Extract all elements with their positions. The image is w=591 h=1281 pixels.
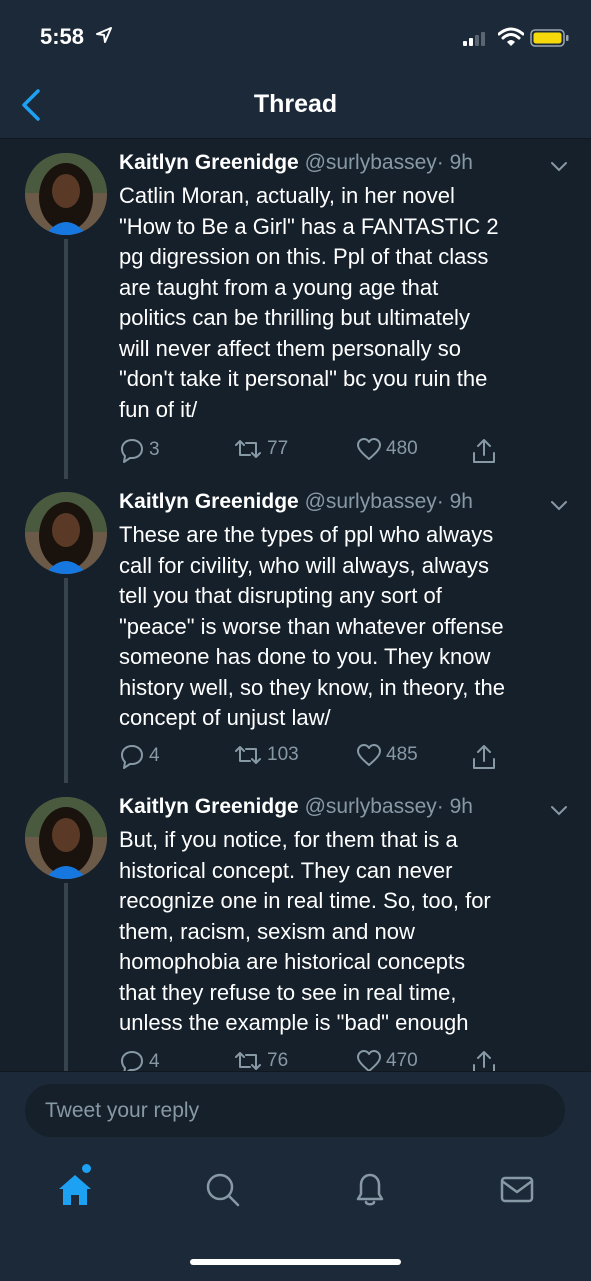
share-icon (473, 439, 495, 463)
heart-icon (357, 744, 381, 766)
avatar[interactable] (25, 797, 107, 879)
reply-count: 3 (149, 439, 160, 460)
retweet-count: 77 (267, 438, 289, 459)
author-handle[interactable]: @surlybassey (305, 490, 437, 513)
share-button[interactable] (471, 437, 497, 465)
author-name[interactable]: Kaitlyn Greenidge (119, 151, 299, 174)
retweet-button[interactable]: 77 (233, 437, 288, 461)
home-indicator[interactable] (190, 1259, 401, 1265)
reply-input[interactable] (25, 1084, 565, 1137)
tweet-actions: 4 76 470 (119, 1049, 519, 1071)
share-button[interactable] (471, 1049, 497, 1071)
status-bar: 5:58 (0, 0, 591, 72)
battery-icon (530, 29, 569, 47)
like-count: 480 (386, 438, 418, 459)
tweet-actions: 3 77 480 (119, 437, 519, 467)
share-button[interactable] (471, 743, 497, 771)
thread-connector-line (64, 239, 68, 479)
retweet-button[interactable]: 76 (233, 1049, 288, 1071)
like-count: 485 (386, 744, 418, 765)
share-icon (473, 745, 495, 769)
reply-icon (121, 745, 143, 769)
tweet-actions: 4 103 485 (119, 743, 519, 773)
tweet-age: · 9h (436, 795, 473, 818)
retweet-button[interactable]: 103 (233, 743, 299, 767)
nav-bar: Thread (0, 72, 591, 139)
tweet-text: These are the types of ppl who always ca… (119, 522, 505, 730)
reply-count: 4 (149, 745, 160, 766)
avatar[interactable] (25, 153, 107, 235)
tweet-text: Catlin Moran, actually, in her novel "Ho… (119, 183, 499, 422)
like-button[interactable]: 470 (356, 1049, 418, 1071)
page-title: Thread (253, 90, 338, 118)
retweet-icon (235, 1052, 261, 1070)
heart-icon (357, 1050, 381, 1071)
tweet-text: But, if you notice, for them that is a h… (119, 827, 491, 1035)
retweet-icon (235, 440, 261, 458)
reply-button[interactable]: 4 (119, 743, 160, 769)
tweet-header: Kaitlyn Greenidge @surlybassey· 9h (119, 490, 473, 514)
author-handle[interactable]: @surlybassey (305, 151, 437, 174)
bell-icon[interactable] (350, 1169, 390, 1209)
wifi-icon (498, 27, 524, 46)
like-count: 470 (386, 1050, 418, 1071)
heart-icon (357, 438, 381, 460)
author-name[interactable]: Kaitlyn Greenidge (119, 490, 299, 513)
reply-icon (121, 1051, 143, 1071)
status-time: 5:58 (40, 24, 85, 49)
bottom-bar (0, 1071, 591, 1281)
tweet[interactable]: Kaitlyn Greenidge @surlybassey· 9h These… (0, 478, 591, 783)
like-button[interactable]: 485 (356, 743, 418, 767)
author-handle[interactable]: @surlybassey (305, 795, 437, 818)
tweet-age: · 9h (436, 151, 473, 174)
tweet[interactable]: Kaitlyn Greenidge @surlybassey· 9h But, … (0, 783, 591, 1071)
retweet-icon (235, 746, 261, 764)
tweet-header: Kaitlyn Greenidge @surlybassey· 9h (119, 151, 473, 175)
share-icon (473, 1051, 495, 1071)
retweet-count: 76 (267, 1050, 289, 1071)
thread-connector-line (64, 883, 68, 1071)
tweet[interactable]: Kaitlyn Greenidge @surlybassey· 9h Catli… (0, 139, 591, 479)
thread-connector-line (64, 578, 68, 783)
mail-icon[interactable] (497, 1169, 537, 1209)
chevron-down-icon[interactable] (550, 500, 568, 512)
search-icon[interactable] (202, 1169, 242, 1209)
tweet-age: · 9h (436, 490, 473, 513)
location-arrow-icon (96, 27, 112, 43)
reply-count: 4 (149, 1051, 160, 1071)
chevron-down-icon[interactable] (550, 805, 568, 817)
thread-feed[interactable]: Kaitlyn Greenidge @surlybassey· 9h Catli… (0, 139, 591, 1071)
reply-icon (121, 439, 143, 463)
reply-button[interactable]: 4 (119, 1049, 160, 1071)
avatar[interactable] (25, 492, 107, 574)
chevron-down-icon[interactable] (550, 161, 568, 173)
tweet-header: Kaitlyn Greenidge @surlybassey· 9h (119, 795, 473, 819)
retweet-count: 103 (267, 744, 299, 765)
cellular-signal-icon (463, 32, 485, 46)
author-name[interactable]: Kaitlyn Greenidge (119, 795, 299, 818)
reply-button[interactable]: 3 (119, 437, 160, 463)
home-icon[interactable] (55, 1169, 95, 1209)
like-button[interactable]: 480 (356, 437, 418, 461)
